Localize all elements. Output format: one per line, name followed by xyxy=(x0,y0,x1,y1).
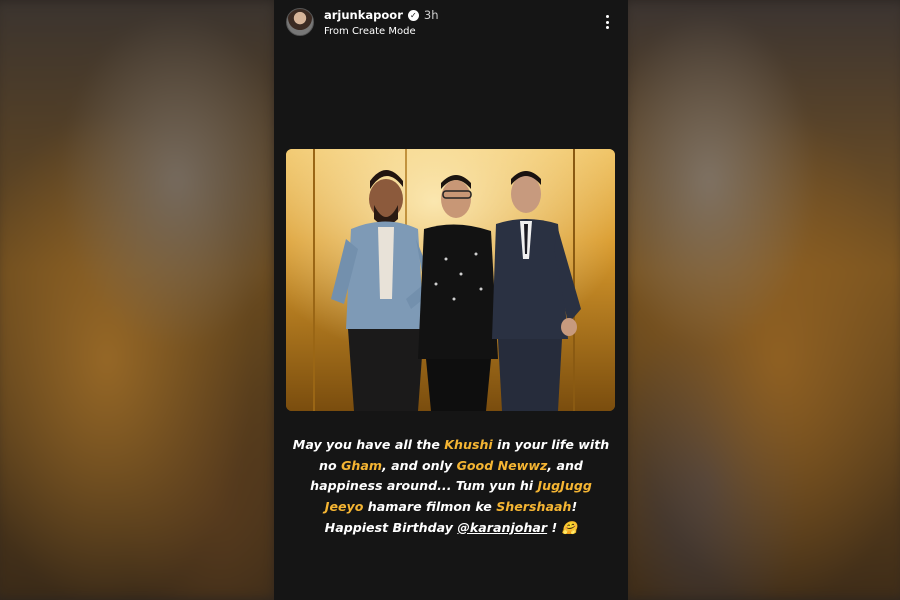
group-photo-image xyxy=(286,149,615,411)
create-mode-label[interactable]: From Create Mode xyxy=(324,26,416,37)
caption-part: , and only xyxy=(382,457,457,473)
avatar[interactable] xyxy=(286,8,314,36)
more-options-icon[interactable] xyxy=(600,12,614,32)
username[interactable]: arjunkapoor xyxy=(324,8,403,22)
caption-highlight: Shershaah xyxy=(496,499,572,515)
caption-highlight: Good Newwz xyxy=(456,457,548,473)
verified-badge-icon: ✓ xyxy=(407,9,419,21)
story-card: arjunkapoor ✓ 3h From Create Mode May yo… xyxy=(274,0,628,600)
mention-link[interactable]: @karanjohar xyxy=(457,520,547,535)
caption-part: hamare filmon ke xyxy=(363,499,497,515)
username-row: arjunkapoor ✓ 3h xyxy=(324,8,438,22)
caption-part: ! 🤗 xyxy=(547,519,578,535)
story-photo xyxy=(286,149,615,411)
blurred-background-left xyxy=(0,0,276,600)
story-caption: May you have all the Khushi in your life… xyxy=(274,435,628,539)
caption-highlight: Gham xyxy=(341,457,382,473)
caption-highlight: Khushi xyxy=(444,437,493,452)
caption-part: May you have all the xyxy=(292,437,445,452)
story-header: arjunkapoor ✓ 3h From Create Mode xyxy=(274,0,628,48)
post-time: 3h xyxy=(423,8,439,22)
blurred-background-right xyxy=(624,0,900,600)
